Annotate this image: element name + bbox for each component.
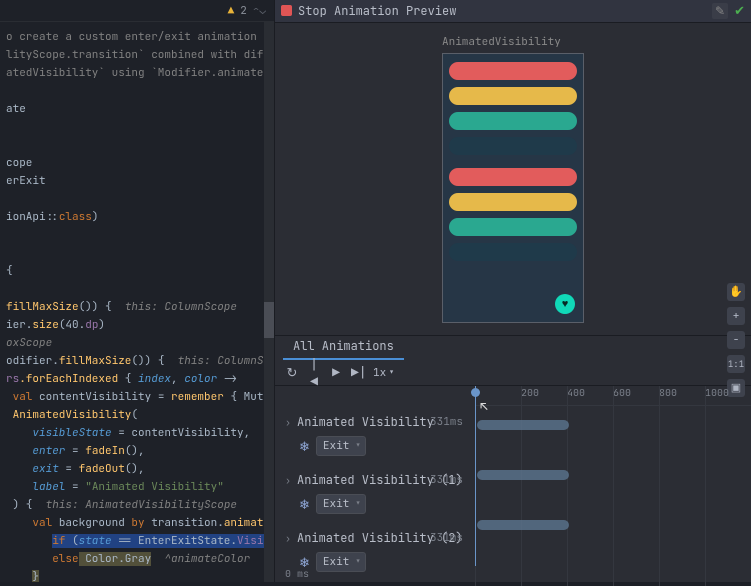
timeline-ruler[interactable]: 200 400 600 800 1000 [475,386,751,406]
code-line: else Color.Gray ^animateColor [6,550,274,568]
code-editor[interactable]: ▲ 2 ⌃⌄ o create a custom enter/exit anim… [0,0,274,582]
playback-controls: ↻ |◀ ▶ ▶| 1x▾ [275,360,751,386]
color-bar [449,168,577,186]
editor-scrollbar[interactable] [264,22,274,582]
color-bar [449,218,577,236]
preview-toolbar: Stop Animation Preview ✎ ✔ [275,0,751,23]
code-line: ier.size(40.dp) [6,316,274,334]
warning-count: 2 [240,4,247,18]
editor-inspection-bar: ▲ 2 ⌃⌄ [0,0,274,22]
editor-content[interactable]: o create a custom enter/exit animation f… [0,22,274,582]
code-line: ) { this: AnimatedVisibilityScope [6,496,274,514]
code-line: o create a custom enter/exit animation f… [6,28,274,46]
tick-label: 600 [613,386,631,399]
color-bar [449,87,577,105]
code-line: ionApi::class) [6,208,274,226]
track-bar[interactable] [477,520,569,530]
preview-label: AnimatedVisibility [442,35,561,49]
tick-label: 200 [521,386,539,399]
preview-canvas[interactable]: AnimatedVisibility ♥ ✋ + − 1:1 ▣ [275,23,751,335]
code-line: fillMaxSize()) { this: ColumnScope [6,298,274,316]
animation-track: › Animated Visibility (1) 331ms ❄ Exit [285,466,465,524]
skip-end-icon[interactable]: ▶| [351,364,365,381]
color-bar [449,137,577,155]
code-line: enter = fadeIn(), [6,442,274,460]
cursor-icon: ↖ [480,398,488,415]
code-line: atedVisibility` using `Modifier.animateE… [6,64,274,82]
animation-track: › Animated Visibility 331ms ❄ Exit [285,408,465,466]
speed-selector[interactable]: 1x▾ [373,366,395,380]
code-line: if (state == EnterExitState.Visible) col… [6,532,274,550]
freeze-icon[interactable]: ❄ [299,496,310,513]
fab-heart[interactable]: ♥ [555,294,575,314]
warning-icon: ▲ [228,4,235,18]
freeze-icon[interactable]: ❄ [299,438,310,455]
code-line: val contentVisibility = remember { Mutab… [6,388,274,406]
code-line: visibleState = contentVisibility, [6,424,274,442]
zoom-in-button[interactable]: + [727,307,745,325]
zoom-out-button[interactable]: − [727,331,745,349]
code-line: erExit [6,172,274,190]
code-line: { [6,262,274,280]
chevron-right-icon[interactable]: › [285,416,291,429]
current-time: 0 ms [285,567,309,580]
chevron-down-icon: ▾ [388,366,395,380]
stop-icon[interactable] [281,5,292,16]
scrollbar-thumb[interactable] [264,302,274,338]
track-bar[interactable] [477,470,569,480]
state-select[interactable]: Exit [316,436,366,456]
check-icon: ✔ [734,2,745,19]
skip-start-icon[interactable]: |◀ [307,356,321,390]
toolbar-title[interactable]: Stop Animation Preview [298,3,706,19]
anim-tabs: All Animations [275,336,751,360]
tick-label: 1000 [705,386,729,399]
preview-device: AnimatedVisibility ♥ [442,35,584,323]
code-line: oxScope [6,334,274,352]
loop-icon[interactable]: ↻ [285,364,299,381]
preview-panel: Stop Animation Preview ✎ ✔ AnimatedVisib… [274,0,751,582]
track-list: › Animated Visibility 331ms ❄ Exit › Ani… [275,386,465,582]
zoom-tools: ✋ + − 1:1 ▣ [727,283,745,397]
code-line: odifier.fillMaxSize()) { this: ColumnSco… [6,352,274,370]
track-bar[interactable] [477,420,569,430]
zoom-fit-button[interactable]: 1:1 [727,355,745,373]
pan-tool[interactable]: ✋ [727,283,745,301]
code-line: rs.forEachIndexed { index, color -> [6,370,274,388]
track-duration: 331ms [430,415,463,429]
track-duration: 331ms [430,473,463,487]
animation-inspector: All Animations ↻ |◀ ▶ ▶| 1x▾ 200 400 600… [275,335,751,582]
state-select[interactable]: Exit [316,552,366,572]
color-bar [449,112,577,130]
timeline[interactable]: 200 400 600 800 1000 ↖ › Animated Visibi… [275,386,751,582]
playhead[interactable] [475,386,476,566]
code-line: lityScope.transition` combined with diff… [6,46,274,64]
chevron-right-icon[interactable]: › [285,474,291,487]
code-line: ate [6,100,274,118]
tick-label: 400 [567,386,585,399]
tick-label: 800 [659,386,677,399]
color-bar [449,243,577,261]
animation-track: › Animated Visibility (2) 331ms ❄ Exit [285,524,465,582]
pencil-icon[interactable]: ✎ [712,3,728,19]
code-line: } [6,568,274,582]
play-icon[interactable]: ▶ [329,364,343,381]
heart-icon: ♥ [562,297,569,311]
code-line: exit = fadeOut(), [6,460,274,478]
code-line: label = "Animated Visibility" [6,478,274,496]
device-frame: ♥ [442,53,584,323]
chevron-right-icon[interactable]: › [285,532,291,545]
code-line: AnimatedVisibility( [6,406,274,424]
chevron-updown-icon[interactable]: ⌃⌄ [253,4,266,18]
state-select[interactable]: Exit [316,494,366,514]
code-line: val background by transition.animateColo… [6,514,274,532]
code-line: cope [6,154,274,172]
color-bar [449,193,577,211]
color-bar [449,62,577,80]
track-duration: 331ms [430,531,463,545]
tab-all-animations[interactable]: All Animations [283,334,404,360]
